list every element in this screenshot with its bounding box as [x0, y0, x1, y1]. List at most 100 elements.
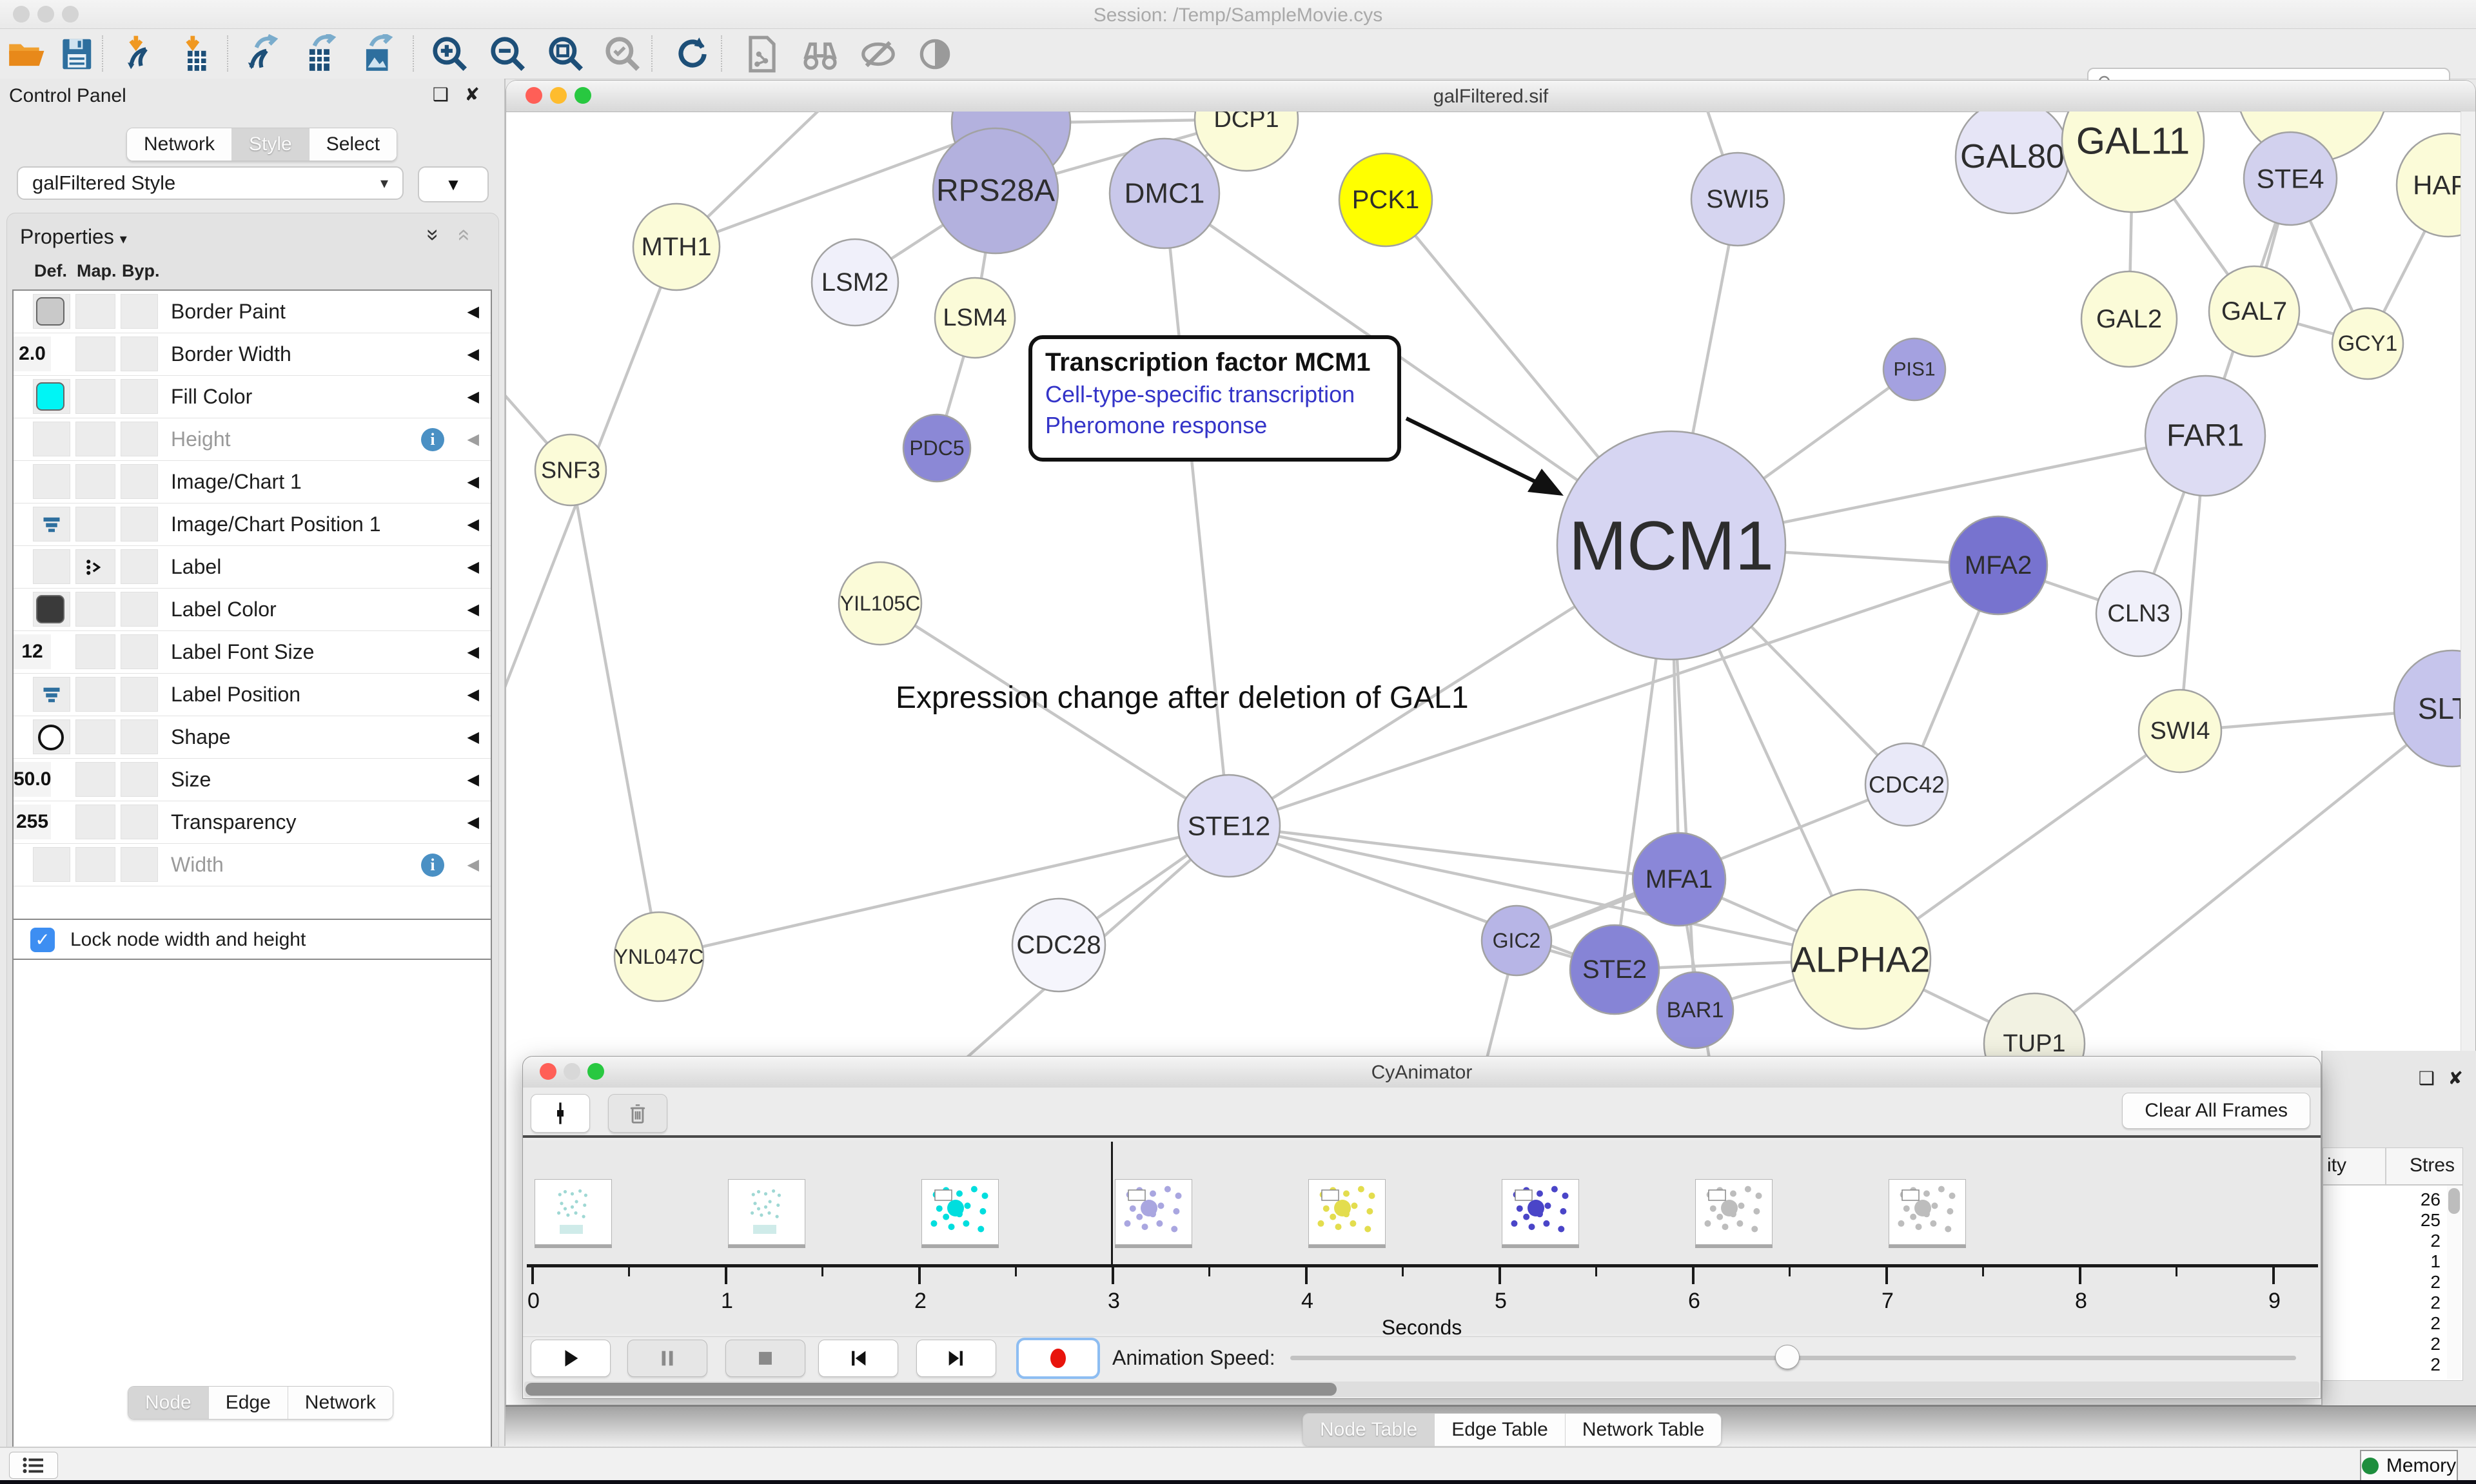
- mapping-cell[interactable]: [75, 805, 115, 839]
- float-panel-icon[interactable]: ❑: [2419, 1068, 2435, 1089]
- collapse-arrow-icon[interactable]: ◀: [467, 801, 479, 843]
- bypass-cell[interactable]: [121, 507, 158, 542]
- results-value[interactable]: 25: [2421, 1210, 2441, 1231]
- default-cell[interactable]: [33, 294, 70, 329]
- collapse-arrow-icon[interactable]: ◀: [467, 674, 479, 716]
- property-row-fill-color[interactable]: Fill Color◀: [14, 376, 491, 418]
- tab-select[interactable]: Select: [310, 128, 397, 161]
- timeline-playhead[interactable]: [1111, 1142, 1113, 1267]
- zoom-out-button[interactable]: [482, 33, 534, 75]
- default-value[interactable]: 12: [14, 634, 51, 669]
- skip-to-start-button[interactable]: [818, 1340, 898, 1377]
- export-image-button[interactable]: [352, 33, 404, 75]
- property-row-image-chart-position-1[interactable]: Image/Chart Position 1◀: [14, 503, 491, 546]
- bypass-cell[interactable]: [121, 762, 158, 797]
- info-icon[interactable]: i: [421, 428, 444, 451]
- property-row-transparency[interactable]: 255Transparency◀: [14, 801, 491, 844]
- bypass-cell[interactable]: [121, 805, 158, 839]
- collapse-arrow-icon[interactable]: ◀: [467, 333, 479, 375]
- style-options-button[interactable]: ▼: [418, 166, 489, 202]
- tab-edge-table[interactable]: Edge Table: [1435, 1414, 1566, 1446]
- default-value[interactable]: 255: [14, 805, 51, 839]
- results-value[interactable]: 2: [2430, 1334, 2441, 1354]
- collapse-arrow-icon[interactable]: ◀: [467, 291, 479, 333]
- frame-thumbnail-5s[interactable]: [1502, 1179, 1579, 1245]
- results-value[interactable]: 2: [2430, 1272, 2441, 1293]
- bypass-cell[interactable]: [121, 592, 158, 627]
- import-table-button[interactable]: [170, 33, 222, 75]
- mapping-cell[interactable]: [75, 762, 115, 797]
- network-file-button[interactable]: [736, 33, 788, 75]
- stop-button[interactable]: [725, 1340, 805, 1377]
- bypass-cell[interactable]: [121, 634, 158, 669]
- tab-network[interactable]: Network: [127, 128, 232, 161]
- collapse-all-icon[interactable]: »: [450, 229, 475, 241]
- bypass-cell[interactable]: [121, 464, 158, 499]
- property-row-width[interactable]: Widthi◀: [14, 844, 491, 886]
- cyanimator-titlebar[interactable]: CyAnimator: [523, 1057, 2321, 1088]
- bypass-cell[interactable]: [121, 422, 158, 456]
- expand-all-icon[interactable]: »: [420, 229, 446, 241]
- mapping-cell[interactable]: [75, 549, 115, 584]
- mapping-cell[interactable]: [75, 422, 115, 456]
- refresh-button[interactable]: [667, 33, 718, 75]
- results-value[interactable]: 2: [2430, 1354, 2441, 1375]
- default-value[interactable]: 50.0: [14, 762, 51, 797]
- network-window-titlebar[interactable]: galFiltered.sif: [506, 81, 2475, 112]
- bypass-cell[interactable]: [121, 719, 158, 754]
- results-scrollbar[interactable]: [2447, 1186, 2461, 1379]
- collapse-arrow-icon[interactable]: ◀: [467, 503, 479, 545]
- properties-header[interactable]: Properties ▾: [20, 225, 127, 249]
- annotation-link[interactable]: Pheromone response: [1045, 412, 1384, 439]
- default-cell[interactable]: [33, 549, 70, 584]
- property-row-border-width[interactable]: 2.0Border Width◀: [14, 333, 491, 376]
- bypass-cell[interactable]: [121, 677, 158, 712]
- play-button[interactable]: [531, 1340, 611, 1377]
- frame-thumbnail-7s[interactable]: [1889, 1179, 1966, 1245]
- cyanimator-horizontal-scrollbar[interactable]: [524, 1381, 2319, 1397]
- collapse-arrow-icon[interactable]: ◀: [467, 716, 479, 758]
- memory-button[interactable]: Memory: [2360, 1450, 2458, 1481]
- pause-button[interactable]: [627, 1340, 707, 1377]
- property-row-label-font-size[interactable]: 12Label Font Size◀: [14, 631, 491, 674]
- cyanimator-timeline[interactable]: 0123456789 Seconds: [523, 1140, 2321, 1334]
- bypass-cell[interactable]: [121, 337, 158, 371]
- property-row-size[interactable]: 50.0Size◀: [14, 759, 491, 801]
- frame-thumbnail-3s[interactable]: [1115, 1179, 1192, 1245]
- property-row-label-color[interactable]: Label Color◀: [14, 589, 491, 631]
- mapping-cell[interactable]: [75, 847, 115, 882]
- float-panel-icon[interactable]: ❑: [433, 84, 449, 105]
- hide-details-button[interactable]: [852, 33, 904, 75]
- mapping-cell[interactable]: [75, 592, 115, 627]
- property-row-label-position[interactable]: Label Position◀: [14, 674, 491, 716]
- bypass-cell[interactable]: [121, 294, 158, 329]
- frame-thumbnail-4s[interactable]: [1308, 1179, 1386, 1245]
- default-value-swatch[interactable]: [36, 595, 64, 623]
- frame-thumbnail-0s[interactable]: [535, 1179, 612, 1245]
- bypass-cell[interactable]: [121, 847, 158, 882]
- ellipse-shape-icon[interactable]: [38, 725, 64, 750]
- property-row-border-paint[interactable]: Border Paint◀: [14, 291, 491, 333]
- tab-node[interactable]: Node: [128, 1387, 209, 1419]
- mapping-cell[interactable]: [75, 677, 115, 712]
- add-frame-button[interactable]: [531, 1094, 590, 1133]
- close-panel-icon[interactable]: ✘: [2448, 1068, 2463, 1089]
- default-cell[interactable]: [33, 379, 70, 414]
- frame-thumbnail-1s[interactable]: [728, 1179, 805, 1245]
- default-value-swatch[interactable]: [36, 297, 64, 326]
- tab-edge[interactable]: Edge: [209, 1387, 288, 1419]
- mapping-cell[interactable]: [75, 294, 115, 329]
- tab-network[interactable]: Network: [288, 1387, 393, 1419]
- save-session-button[interactable]: [50, 33, 102, 75]
- column-divider[interactable]: [2385, 1148, 2386, 1184]
- export-network-button[interactable]: [237, 33, 289, 75]
- mapping-cell[interactable]: [75, 337, 115, 371]
- lock-size-checkbox[interactable]: ✓: [30, 928, 55, 952]
- zoom-in-button[interactable]: [424, 33, 476, 75]
- close-panel-icon[interactable]: ✘: [465, 84, 480, 105]
- record-button[interactable]: [1018, 1340, 1098, 1377]
- find-button[interactable]: [794, 33, 846, 75]
- collapse-arrow-icon[interactable]: ◀: [467, 418, 479, 460]
- network-vertical-scrollbar[interactable]: [2461, 112, 2475, 1053]
- mapping-cell[interactable]: [75, 719, 115, 754]
